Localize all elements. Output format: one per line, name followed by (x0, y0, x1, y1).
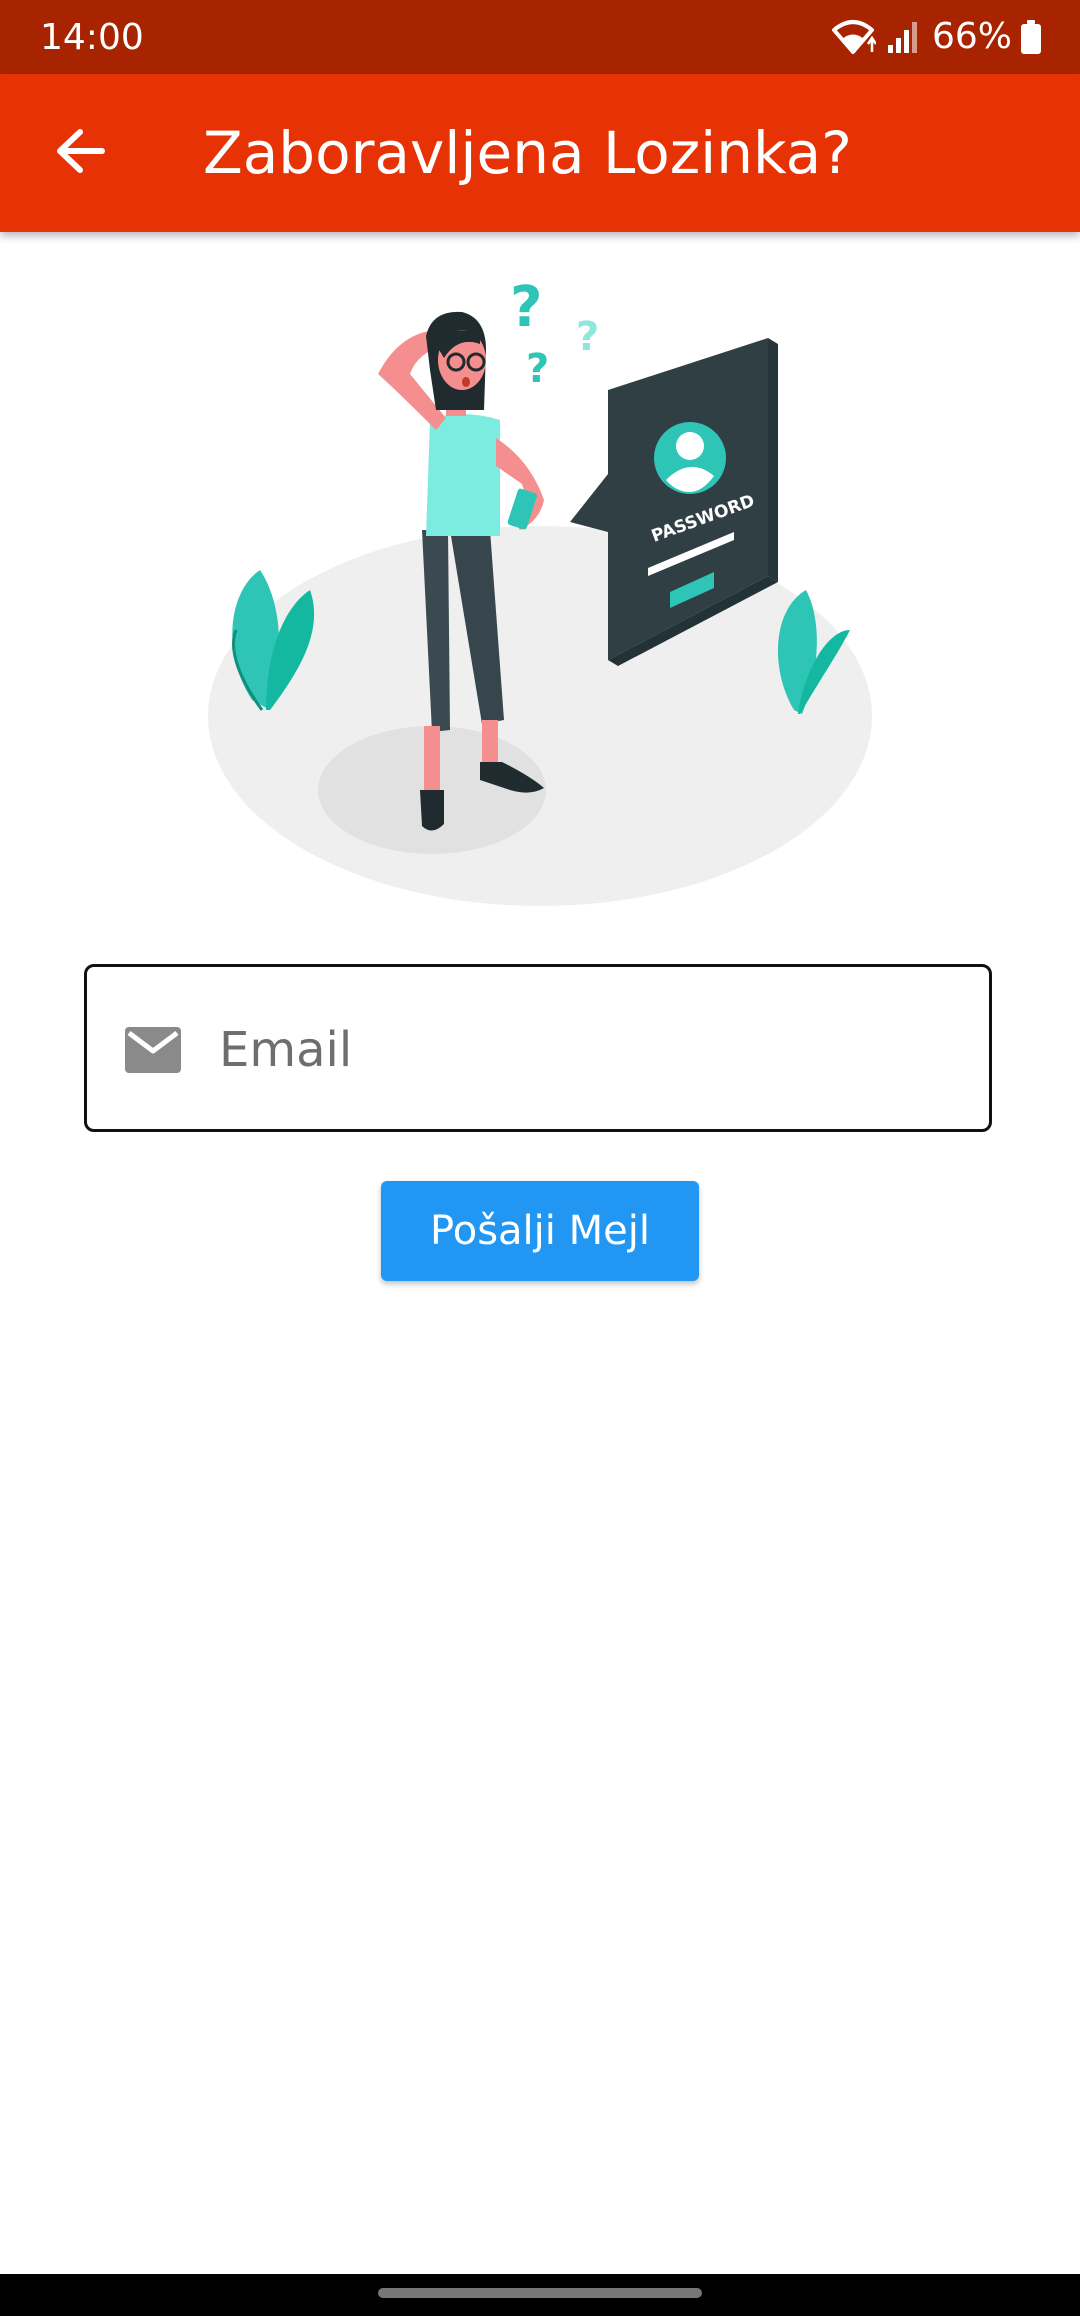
status-icons: 66% (830, 14, 1042, 60)
email-input[interactable] (219, 1005, 959, 1095)
battery-icon (1020, 19, 1042, 55)
battery-percent: 66% (931, 16, 1012, 57)
svg-text:?: ? (510, 275, 542, 340)
app-bar: Zaboravljena Lozinka? (0, 74, 1080, 232)
status-bar: 14:00 66% (0, 0, 1080, 74)
send-email-button[interactable]: Pošalji Mejl (381, 1181, 699, 1281)
page-title: Zaboravljena Lozinka? (203, 119, 852, 187)
signal-icon (886, 19, 920, 55)
back-button[interactable] (40, 113, 120, 193)
wifi-icon (830, 18, 876, 56)
svg-text:?: ? (526, 346, 549, 392)
home-indicator[interactable] (378, 2288, 702, 2298)
arrow-left-icon (54, 127, 106, 179)
status-time: 14:00 (40, 17, 144, 58)
navigation-bar (0, 2274, 1080, 2316)
email-field-container (84, 964, 992, 1132)
mail-icon (125, 1027, 181, 1077)
svg-text:?: ? (576, 314, 599, 360)
forgot-password-illustration: PASSWORD ? ? ? (200, 270, 880, 910)
